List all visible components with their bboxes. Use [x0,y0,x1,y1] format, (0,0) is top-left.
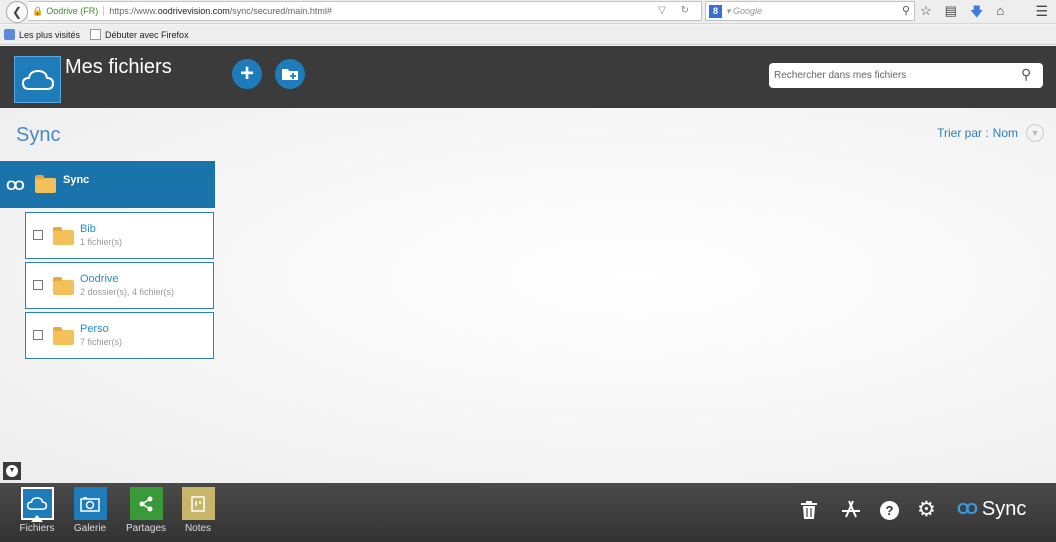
browser-search-box[interactable]: 8 ▾ Google ⚲ [705,1,915,21]
folder-name[interactable]: Perso [80,323,109,335]
page-icon [90,29,102,40]
folder-item-perso[interactable]: Perso 7 fichier(s) [25,312,214,359]
notes-icon [181,487,215,520]
nav-notes[interactable]: Notes [176,487,220,534]
collapse-toggle[interactable]: ▼ [3,462,21,480]
menu-icon[interactable]: ☰ [1035,3,1048,20]
folder-checkbox[interactable] [33,230,43,240]
reload-icon[interactable]: ▽ ↻ [658,5,695,16]
download-icon[interactable]: 🡇 [970,3,983,25]
current-folder[interactable]: OO Sync [0,161,215,208]
folder-item-oodrive[interactable]: Oodrive 2 dossier(s), 4 fichier(s) [25,262,214,309]
new-folder-button[interactable] [275,59,305,89]
trash-icon[interactable] [800,500,818,525]
appstore-icon[interactable] [840,498,862,524]
folder-checkbox[interactable] [33,330,43,340]
nav-label: Galerie [73,523,107,534]
search-icon[interactable]: ⚲ [902,4,910,17]
app-header: Mes fichiers + ⚲ [0,46,1056,108]
sort-label: Trier par : [937,126,989,140]
lock-icon: 🔒 [32,5,44,16]
cloud-icon[interactable] [14,56,61,103]
nav-galerie[interactable]: Galerie [68,487,112,534]
bottom-nav-bar: Fichiers Galerie Partages Notes ? ⚙ OO S… [0,483,1056,542]
active-indicator [31,515,43,522]
bookmarks-bar: Les plus visités Débuter avec Firefox [0,25,1056,45]
camera-icon [73,487,107,520]
home-icon[interactable]: ⌂ [996,3,1004,25]
star-icon[interactable]: ☆ [920,3,932,25]
chevron-down-icon: ▼ [6,465,18,477]
add-button[interactable]: + [232,59,262,89]
url-bar[interactable]: 🔒 Oodrive (FR) https://www.oodrivevision… [28,1,702,21]
app-title: Mes fichiers [65,56,172,78]
search-icon[interactable]: ⚲ [1021,66,1031,83]
folder-checkbox[interactable] [33,280,43,290]
folder-count: 7 fichier(s) [80,337,123,347]
sync-link-icon: OO [6,177,25,193]
browser-toolbar: ❮ 🔒 Oodrive (FR) https://www.oodrivevisi… [0,0,1056,24]
bookmark-icon [4,29,15,40]
nav-partages[interactable]: Partages [124,487,168,534]
plus-icon: + [239,60,254,87]
share-icon [129,487,163,520]
folder-count: 1 fichier(s) [80,237,123,247]
bookmarks-list-icon[interactable]: ▤ [945,3,957,25]
nav-label: Partages [125,523,167,534]
folder-count: 2 dossier(s), 4 fichier(s) [80,287,175,297]
main-content: Sync Trier par : Nom ▼ OO Sync Bib 1 fic… [0,108,1056,483]
bookmark-most-visited[interactable]: Les plus visités [4,29,80,40]
page-title: Sync [16,124,61,146]
folder-item-bib[interactable]: Bib 1 fichier(s) [25,212,214,259]
help-icon[interactable]: ? [880,501,899,520]
url-text[interactable]: https://www.oodrivevision.com/sync/secur… [109,6,332,16]
nav-fichiers[interactable]: Fichiers [15,487,59,534]
back-arrow-icon[interactable]: ❮ [6,1,28,23]
gear-icon[interactable]: ⚙ [917,497,936,522]
new-folder-icon [282,69,298,80]
sync-link-icon: OO [957,500,978,518]
brand: OO Sync [957,498,1026,521]
search-engine-placeholder: ▾ Google [726,5,763,16]
site-identity[interactable]: Oodrive (FR) [46,6,105,16]
bookmark-getting-started[interactable]: Débuter avec Firefox [90,29,189,40]
folder-icon [53,327,74,345]
folder-icon [35,175,56,193]
sort-value[interactable]: Nom [993,126,1018,140]
current-folder-name: Sync [63,174,90,186]
nav-label: Notes [184,523,212,534]
google-icon[interactable]: 8 [709,4,722,18]
search-input[interactable] [769,63,1043,88]
sort-control[interactable]: Trier par : Nom ▼ [937,124,1044,142]
folder-name[interactable]: Oodrive [80,273,119,285]
chevron-down-icon[interactable]: ▼ [1026,124,1044,142]
nav-label: Fichiers [19,523,55,534]
folder-icon [53,227,74,245]
folder-name[interactable]: Bib [80,223,96,235]
brand-name: Sync [981,498,1027,520]
folder-icon [53,277,74,295]
